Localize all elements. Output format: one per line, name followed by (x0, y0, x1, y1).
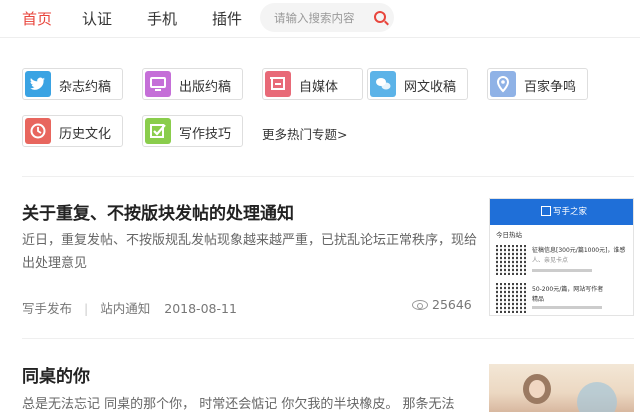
more-topics-link[interactable]: 更多热门专题> (262, 124, 347, 143)
topic-label: 历史文化 (59, 127, 112, 142)
topic-magazine[interactable]: 杂志约稿 (22, 68, 123, 100)
divider (22, 176, 634, 177)
eye-icon (412, 300, 428, 310)
check-icon (145, 118, 171, 144)
clock-icon (25, 118, 51, 144)
views-count: 25646 (432, 297, 472, 312)
article-author[interactable]: 写手发布 (22, 298, 72, 317)
topic-history[interactable]: 历史文化 (22, 115, 123, 147)
search-icon[interactable] (374, 11, 386, 23)
thumb-item-text: 精品 (532, 296, 545, 303)
thumb-site-name: 写手之家 (553, 207, 588, 217)
article-title[interactable]: 同桌的你 (22, 362, 90, 387)
topic-label: 百家争鸣 (524, 80, 577, 95)
nav-item-certify[interactable]: 认证 (82, 8, 112, 29)
article-thumbnail[interactable] (489, 364, 634, 412)
search-input[interactable] (274, 9, 368, 26)
topic-label: 写作技巧 (179, 127, 232, 142)
topic-publishing[interactable]: 出版约稿 (142, 68, 243, 100)
topic-web-novel[interactable]: 网文收稿 (367, 68, 468, 100)
article-excerpt: 近日，重复发帖、不按版规乱发帖现象越来越严重，已扰乱论坛正常秩序，现给出处理意见 (22, 233, 478, 271)
article-thumbnail[interactable]: 写手之家 今日热站 征稿信息[300元/篇1000元]，谁感 人、亲见卡点 50… (489, 198, 634, 316)
meta-separator: | (84, 301, 89, 316)
thumb-header: 写手之家 (490, 199, 633, 225)
article-meta: 写手发布 | 站内通知 2018-08-11 (22, 298, 237, 317)
search-box (260, 3, 394, 32)
illustration-figure (577, 382, 617, 412)
thumb-item-text: 50-200元/篇，网站写作者 (532, 286, 604, 293)
article-excerpt: 总是无法忘记 同桌的那个你， 时常还会惦记 你欠我的半块橡皮。 那条无法 (22, 397, 455, 412)
topic-label: 自媒体 (299, 80, 339, 95)
thumb-item-text: 征稿信息[300元/篇1000元]，谁感 (532, 247, 626, 254)
topic-label: 出版约稿 (179, 80, 232, 95)
topic-writing-tips[interactable]: 写作技巧 (142, 115, 243, 147)
top-nav: 首页 认证 手机 插件 (0, 0, 640, 38)
qr-code-icon (496, 283, 526, 313)
chat-bubbles-icon (370, 71, 396, 97)
article-date: 2018-08-11 (164, 301, 237, 316)
twitter-bird-icon (25, 71, 51, 97)
article-category[interactable]: 站内通知 (100, 298, 150, 317)
site-logo-icon (541, 206, 551, 216)
topic-debate[interactable]: 百家争鸣 (487, 68, 588, 100)
article-title[interactable]: 关于重复、不按版块发帖的处理通知 (22, 199, 294, 224)
monitor-icon (145, 71, 171, 97)
nav-item-plugin[interactable]: 插件 (212, 8, 242, 29)
thumb-line (532, 306, 602, 309)
divider (22, 338, 634, 339)
topic-label: 网文收稿 (404, 80, 457, 95)
thumb-item-text: 人、亲见卡点 (532, 257, 569, 264)
topic-label: 杂志约稿 (59, 80, 112, 95)
location-pin-icon (490, 71, 516, 97)
nav-item-home[interactable]: 首页 (22, 8, 52, 29)
thumb-line (532, 269, 592, 272)
qr-code-icon (496, 245, 526, 275)
thumb-subhead: 今日热站 (496, 231, 522, 239)
illustration-face (529, 380, 545, 398)
nav-item-mobile[interactable]: 手机 (147, 8, 177, 29)
topic-self-media[interactable]: 自媒体 (262, 68, 363, 100)
shopping-cart-icon (265, 71, 291, 97)
